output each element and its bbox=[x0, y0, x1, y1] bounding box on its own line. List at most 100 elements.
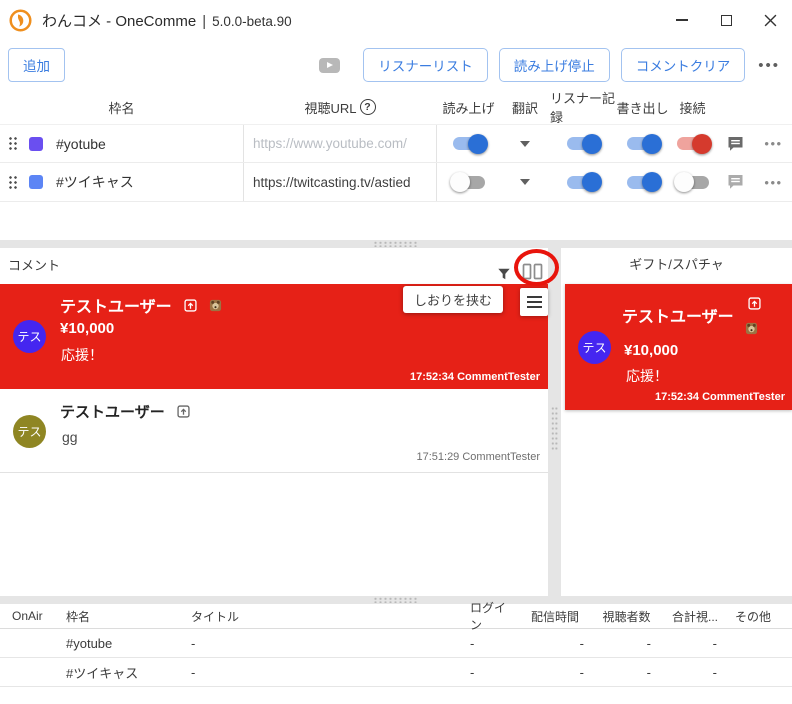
comment-meta: 17:51:29 CommentTester bbox=[416, 451, 540, 463]
clear-comments-button[interactable]: コメントクリア bbox=[621, 48, 746, 82]
export-toggle[interactable] bbox=[627, 137, 659, 150]
listener-record-toggle[interactable] bbox=[567, 176, 599, 189]
comment-message: gg bbox=[62, 429, 78, 445]
col-connect: 接続 bbox=[670, 98, 715, 117]
listener-record-toggle[interactable] bbox=[567, 137, 599, 150]
comment-bubble-icon[interactable] bbox=[727, 174, 744, 190]
status-table: OnAir 枠名 タイトル ログイン 配信時間 視聴者数 合計視... その他 … bbox=[0, 604, 792, 687]
title-cell: - bbox=[185, 636, 460, 651]
gift-message: 応援！ bbox=[626, 366, 668, 386]
close-icon bbox=[764, 14, 777, 27]
commenter-name: テストユーザー bbox=[60, 401, 165, 422]
col-translate: 翻訳 bbox=[500, 98, 550, 117]
col-speech: 読み上げ bbox=[437, 98, 500, 117]
stream-time-cell: - bbox=[517, 636, 593, 651]
total-viewers-cell: - bbox=[660, 636, 725, 651]
panel-resizer-vertical[interactable] bbox=[548, 248, 561, 596]
comment-meta: 17:52:34 CommentTester bbox=[410, 371, 540, 383]
gift-panel-title: ギフト/スパチャ bbox=[629, 257, 723, 272]
translate-dropdown-icon[interactable] bbox=[520, 179, 530, 185]
resizer-grip-icon bbox=[373, 241, 419, 247]
drag-handle-icon[interactable] bbox=[8, 175, 18, 190]
watch-url-input[interactable] bbox=[253, 136, 427, 151]
connection-table: #yotube ••• #ツイキャス bbox=[0, 124, 792, 202]
gift-meta: 17:52:34 CommentTester bbox=[655, 391, 785, 403]
col-export: 書き出し bbox=[615, 98, 670, 117]
login-cell: - bbox=[460, 636, 517, 651]
comment-item[interactable]: テス テストユーザー gg 17:51:29 CommentTester bbox=[0, 389, 548, 473]
stream-time-cell: - bbox=[517, 665, 593, 680]
comment-bubble-icon[interactable] bbox=[727, 136, 744, 152]
member-badge-icon bbox=[745, 322, 758, 335]
watch-url-input[interactable] bbox=[253, 175, 427, 190]
viewers-cell: - bbox=[593, 665, 660, 680]
add-button[interactable]: 追加 bbox=[8, 48, 65, 82]
superchat-comment[interactable]: テス テストユーザー ¥10,000 応援！ 17:52:34 CommentT… bbox=[0, 284, 548, 389]
col-name: 枠名 bbox=[0, 98, 243, 117]
frame-name: #yotube bbox=[56, 136, 106, 152]
connection-row-twitcasting: #ツイキャス ••• bbox=[0, 163, 792, 202]
gifter-name: テストユーザー bbox=[622, 303, 734, 327]
resizer-grip-icon bbox=[373, 597, 419, 603]
toolbar-more-button[interactable]: ••• bbox=[756, 57, 782, 74]
resizer-grip-icon bbox=[551, 406, 558, 452]
login-cell: - bbox=[460, 665, 517, 680]
frame-name-cell: #yotube bbox=[58, 636, 185, 651]
col-record: リスナー記録 bbox=[550, 88, 615, 126]
comment-panel-title: コメント bbox=[8, 258, 60, 273]
total-viewers-cell: - bbox=[660, 665, 725, 680]
frame-name-cell: #ツイキャス bbox=[58, 663, 185, 682]
status-row-twitcasting: #ツイキャス - - - - - bbox=[0, 658, 792, 687]
avatar: テス bbox=[578, 331, 611, 364]
popup-icon[interactable] bbox=[183, 298, 198, 313]
youtube-icon bbox=[319, 58, 340, 73]
onecomme-logo-icon bbox=[9, 9, 32, 32]
popup-icon[interactable] bbox=[747, 296, 762, 311]
onecomme-window: わんコメ - OneComme|5.0.0-beta.90 追加 リスナーリスト… bbox=[0, 0, 792, 704]
comment-panel: コメント テス テストユーザー bbox=[0, 248, 548, 596]
superchat-message: 応援！ bbox=[61, 345, 103, 365]
gift-card[interactable]: テス テストユーザー ¥10,000 応援！ 17:52:34 CommentT… bbox=[565, 284, 792, 410]
connect-toggle[interactable] bbox=[677, 137, 709, 150]
translate-dropdown-icon[interactable] bbox=[520, 141, 530, 147]
title-bar: わんコメ - OneComme|5.0.0-beta.90 bbox=[0, 0, 792, 40]
panel-resizer-horizontal[interactable] bbox=[0, 596, 792, 604]
connect-toggle[interactable] bbox=[677, 176, 709, 189]
superchat-amount: ¥10,000 bbox=[60, 320, 114, 337]
speech-toggle[interactable] bbox=[453, 137, 485, 150]
listener-list-button[interactable]: リスナーリスト bbox=[363, 48, 488, 82]
minimize-button[interactable] bbox=[660, 0, 704, 40]
window-title: わんコメ - OneComme|5.0.0-beta.90 bbox=[42, 10, 292, 31]
gift-amount: ¥10,000 bbox=[624, 342, 678, 359]
member-badge-icon bbox=[209, 299, 222, 312]
connection-table-header: 枠名 視聴URL ? 読み上げ 翻訳 リスナー記録 書き出し 接続 bbox=[0, 92, 792, 122]
title-cell: - bbox=[185, 665, 460, 680]
commenter-name: テストユーザー bbox=[60, 293, 172, 317]
frame-color-swatch[interactable] bbox=[29, 175, 43, 189]
popup-icon[interactable] bbox=[176, 404, 191, 419]
drag-handle-icon[interactable] bbox=[8, 136, 18, 151]
comment-menu-button[interactable] bbox=[520, 288, 548, 316]
maximize-button[interactable] bbox=[704, 0, 748, 40]
col-url: 視聴URL ? bbox=[243, 98, 437, 117]
export-toggle[interactable] bbox=[627, 176, 659, 189]
viewers-cell: - bbox=[593, 636, 660, 651]
panel-resizer-horizontal[interactable] bbox=[0, 240, 792, 248]
status-table-header: OnAir 枠名 タイトル ログイン 配信時間 視聴者数 合計視... その他 bbox=[0, 604, 792, 629]
avatar: テス bbox=[13, 320, 46, 353]
gift-panel: ギフト/スパチャ テス テストユーザー ¥10,000 応援！ 17:52:34… bbox=[561, 248, 792, 596]
row-more-button[interactable]: ••• bbox=[764, 136, 782, 151]
maximize-icon bbox=[721, 15, 732, 26]
frame-name: #ツイキャス bbox=[56, 172, 134, 192]
row-more-button[interactable]: ••• bbox=[764, 175, 782, 190]
connection-row-yotube: #yotube ••• bbox=[0, 124, 792, 163]
bookmark-tooltip: しおりを挟む bbox=[403, 286, 503, 313]
close-button[interactable] bbox=[748, 0, 792, 40]
status-row-yotube: #yotube - - - - - bbox=[0, 629, 792, 658]
speech-toggle[interactable] bbox=[453, 176, 485, 189]
stop-speech-button[interactable]: 読み上げ停止 bbox=[499, 48, 610, 82]
frame-color-swatch[interactable] bbox=[29, 137, 43, 151]
help-icon[interactable]: ? bbox=[360, 99, 376, 115]
minimize-icon bbox=[676, 19, 688, 21]
avatar: テス bbox=[13, 415, 46, 448]
